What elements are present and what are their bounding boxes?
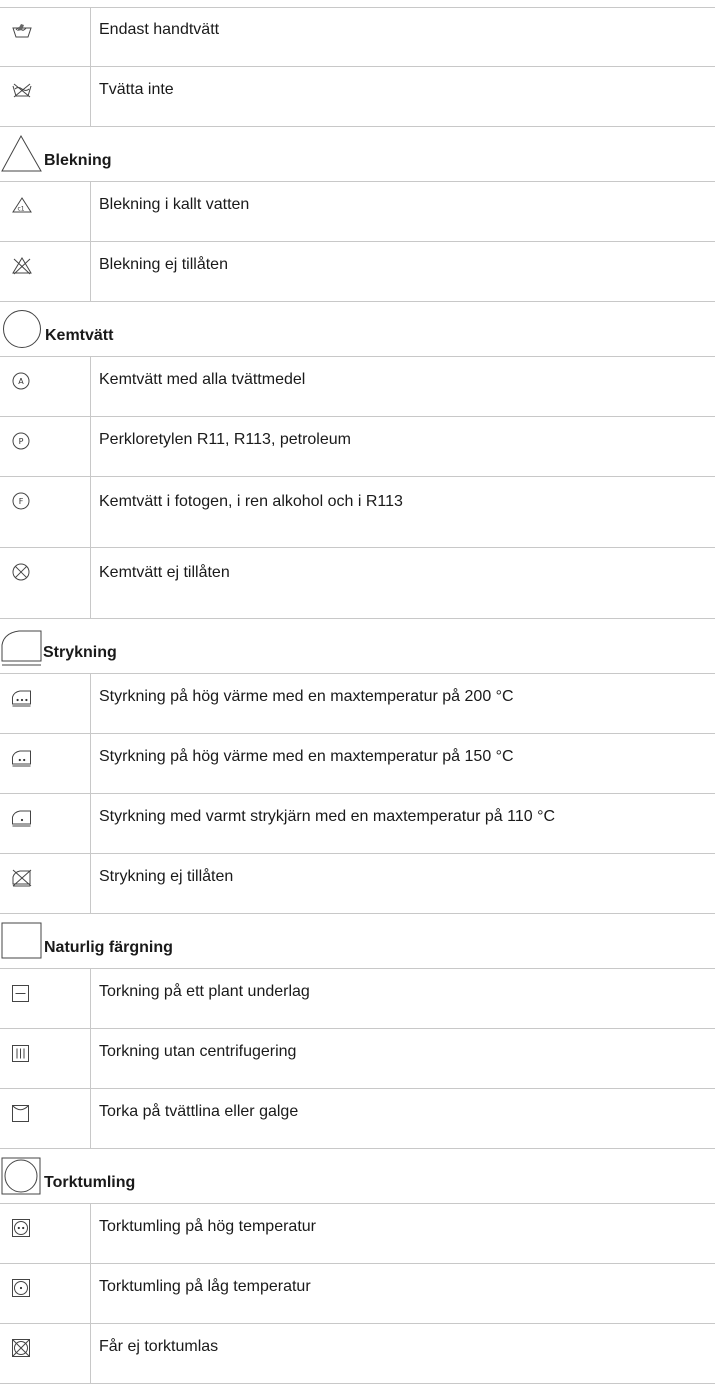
symbol-cell — [0, 1089, 91, 1149]
line-dry-icon — [11, 1103, 90, 1129]
description-cell: Styrkning på hög värme med en maxtempera… — [91, 674, 715, 734]
section-header: Torktumling — [0, 1149, 715, 1204]
description-cell: Kemtvätt med alla tvättmedel — [91, 357, 715, 417]
description-cell: Styrkning med varmt strykjärn med en max… — [91, 794, 715, 854]
section-header-cell: Blekning — [0, 127, 715, 182]
iron-icon — [1, 625, 45, 673]
section-header-cell: Kemtvätt — [0, 302, 715, 357]
table-row: Torka på tvättlina eller galge — [0, 1089, 715, 1149]
symbol-cell — [0, 794, 91, 854]
table-row: c1 Blekning i kallt vatten — [0, 182, 715, 242]
description-cell: Kemtvätt i fotogen, i ren alkohol och i … — [91, 477, 715, 548]
symbol-cell — [0, 67, 91, 127]
no-wash-icon — [11, 81, 90, 105]
care-symbols-page: Endast handtvättTvätta inte Blekning c1 Ble… — [0, 0, 715, 1234]
tumble-dry-icon — [1, 1155, 45, 1203]
description-cell: Perkloretylen R11, R113, petroleum — [91, 417, 715, 477]
care-symbol-table: Endast handtvättTvätta inte Blekning c1 Ble… — [0, 7, 715, 1384]
svg-text:c1: c1 — [18, 206, 25, 213]
description-cell: Styrkning på hög värme med en maxtempera… — [91, 734, 715, 794]
section-header-cell: Torktumling — [0, 1149, 715, 1204]
dryclean-p-icon: P — [11, 431, 90, 457]
no-tumble-icon — [11, 1338, 90, 1364]
dryclean-a-icon: A — [11, 371, 90, 397]
table-row: Kemtvätt ej tillåten — [0, 548, 715, 619]
description-cell: Torkning på ett plant underlag — [91, 969, 715, 1029]
circle-icon — [1, 308, 45, 356]
triangle-icon — [1, 133, 45, 181]
symbol-cell: F — [0, 477, 91, 548]
table-row: Endast handtvätt — [0, 7, 715, 67]
iron-3dots-icon — [11, 688, 90, 714]
symbol-cell — [0, 548, 91, 619]
description-cell: Blekning ej tillåten — [91, 242, 715, 302]
section-header: Strykning — [0, 619, 715, 674]
table-row: A Kemtvätt med alla tvättmedel — [0, 357, 715, 417]
tumble-high-icon — [11, 1218, 90, 1244]
symbol-cell: A — [0, 357, 91, 417]
square-icon — [1, 920, 45, 968]
description-cell: Torka på tvättlina eller galge — [91, 1089, 715, 1149]
svg-text:A: A — [18, 377, 24, 386]
iron-2dots-icon — [11, 748, 90, 774]
table-row: Strykning ej tillåten — [0, 854, 715, 914]
table-row: F Kemtvätt i fotogen, i ren alkohol och i… — [0, 477, 715, 548]
description-cell: Strykning ej tillåten — [91, 854, 715, 914]
table-row: Får ej torktumlas — [0, 1324, 715, 1384]
handwash-icon — [11, 21, 90, 45]
description-cell: Får ej torktumlas — [91, 1324, 715, 1384]
section-title: Naturlig färgning — [44, 938, 173, 958]
table-row: P Perkloretylen R11, R113, petroleum — [0, 417, 715, 477]
section-header: Kemtvätt — [0, 302, 715, 357]
no-iron-icon — [11, 868, 90, 894]
bleach-cold-icon: c1 — [11, 196, 90, 220]
description-cell: Endast handtvätt — [91, 7, 715, 67]
no-bleach-icon — [11, 256, 90, 282]
drip-dry-icon — [11, 1043, 90, 1069]
description-cell: Tvätta inte — [91, 67, 715, 127]
symbol-cell — [0, 7, 91, 67]
description-cell: Blekning i kallt vatten — [91, 182, 715, 242]
section-title: Kemtvätt — [45, 326, 113, 346]
table-row: Torkning utan centrifugering — [0, 1029, 715, 1089]
section-header: Blekning — [0, 127, 715, 182]
description-cell: Kemtvätt ej tillåten — [91, 548, 715, 619]
symbol-cell — [0, 1029, 91, 1089]
section-title: Strykning — [43, 643, 117, 663]
symbol-cell: P — [0, 417, 91, 477]
symbol-cell — [0, 969, 91, 1029]
dryclean-f-icon: F — [11, 491, 90, 517]
table-row: Tvätta inte — [0, 67, 715, 127]
description-cell: Torkning utan centrifugering — [91, 1029, 715, 1089]
table-row: Styrkning på hög värme med en maxtempera… — [0, 674, 715, 734]
table-row: Torktumling på låg temperatur — [0, 1264, 715, 1324]
symbol-cell — [0, 674, 91, 734]
symbol-cell — [0, 854, 91, 914]
svg-text:F: F — [19, 497, 24, 506]
symbol-cell — [0, 242, 91, 302]
section-header-cell: Strykning — [0, 619, 715, 674]
section-header: Naturlig färgning — [0, 914, 715, 969]
section-header-cell: Naturlig färgning — [0, 914, 715, 969]
table-row: Torkning på ett plant underlag — [0, 969, 715, 1029]
symbol-cell: c1 — [0, 182, 91, 242]
svg-text:P: P — [19, 437, 24, 446]
section-title: Blekning — [44, 151, 112, 171]
table-row: Styrkning med varmt strykjärn med en max… — [0, 794, 715, 854]
symbol-cell — [0, 1264, 91, 1324]
iron-1dot-icon — [11, 808, 90, 834]
symbol-cell — [0, 1324, 91, 1384]
table-row: Blekning ej tillåten — [0, 242, 715, 302]
no-dryclean-icon — [11, 562, 90, 588]
symbol-cell — [0, 734, 91, 794]
dry-flat-icon — [11, 983, 90, 1009]
tumble-low-icon — [11, 1278, 90, 1304]
table-row: Styrkning på hög värme med en maxtempera… — [0, 734, 715, 794]
section-title: Torktumling — [44, 1173, 135, 1193]
description-cell: Torktumling på låg temperatur — [91, 1264, 715, 1324]
